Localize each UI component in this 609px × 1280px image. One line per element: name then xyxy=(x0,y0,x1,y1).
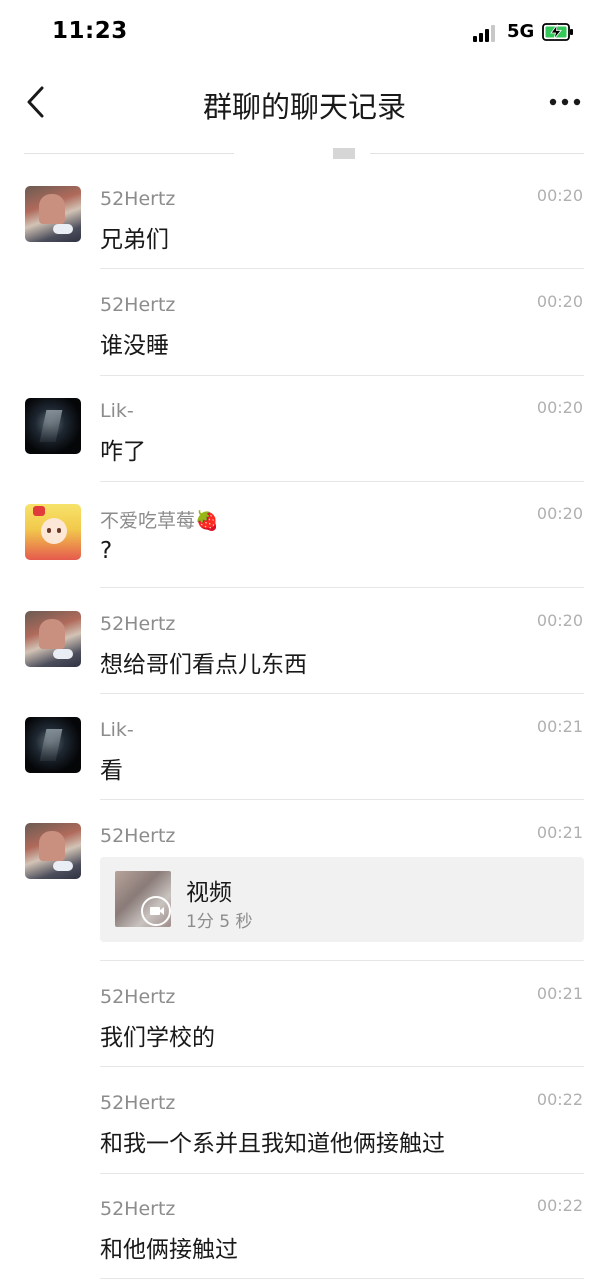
message-time: 00:20 xyxy=(536,611,583,630)
message-text: 和我一个系并且我知道他俩接触过 xyxy=(100,1131,445,1157)
battery-charging-icon xyxy=(542,23,573,41)
sender-name: Lik- xyxy=(100,719,134,741)
more-options-icon[interactable] xyxy=(548,90,582,114)
sender-name: Lik- xyxy=(100,400,134,422)
video-title: 视频 xyxy=(186,880,232,906)
message-time: 00:22 xyxy=(536,1196,583,1215)
message-time: 00:20 xyxy=(536,186,583,205)
video-duration: 1分 5 秒 xyxy=(186,912,253,932)
message-separator xyxy=(100,1278,584,1279)
message-separator xyxy=(100,960,584,961)
anime-girl-avatar[interactable] xyxy=(25,504,81,560)
lik-avatar[interactable] xyxy=(25,398,81,454)
message-text: 想给哥们看点儿东西 xyxy=(100,652,307,678)
message-separator xyxy=(100,1173,584,1174)
date-divider-marker xyxy=(333,148,355,159)
sender-name: 52Hertz xyxy=(100,1198,176,1220)
message-text: 兄弟们 xyxy=(100,227,169,253)
message-separator xyxy=(100,1066,584,1067)
message-separator xyxy=(100,693,584,694)
page-title: 群聊的聊天记录 xyxy=(202,90,406,124)
network-type: 5G xyxy=(507,21,535,42)
52hertz-avatar[interactable] xyxy=(25,823,81,879)
video-thumbnail[interactable] xyxy=(115,871,171,927)
message-time: 00:21 xyxy=(536,823,583,842)
sender-name: 52Hertz xyxy=(100,1092,176,1114)
date-divider-line xyxy=(24,153,234,154)
message-separator xyxy=(100,268,584,269)
status-time: 11:23 xyxy=(52,18,128,44)
sender-name: 不爱吃草莓🍓 xyxy=(100,510,219,532)
message-separator xyxy=(100,587,584,588)
message-time: 00:22 xyxy=(536,1090,583,1109)
message-separator xyxy=(100,481,584,482)
message-separator xyxy=(100,799,584,800)
lik-avatar[interactable] xyxy=(25,717,81,773)
message-time: 00:20 xyxy=(536,398,583,417)
status-bar: 11:23 5G xyxy=(0,0,609,66)
message-text: 看 xyxy=(100,758,123,784)
sender-name: 52Hertz xyxy=(100,613,176,635)
message-text: 和他俩接触过 xyxy=(100,1237,238,1263)
date-divider-line xyxy=(370,153,584,154)
video-message-card[interactable]: 视频 1分 5 秒 xyxy=(100,857,584,942)
sender-name: 52Hertz xyxy=(100,294,176,316)
message-text: ? xyxy=(100,538,113,564)
52hertz-avatar[interactable] xyxy=(25,611,81,667)
message-text: 谁没睡 xyxy=(100,333,169,359)
sender-name: 52Hertz xyxy=(100,825,176,847)
message-time: 00:21 xyxy=(536,984,583,1003)
sender-name: 52Hertz xyxy=(100,188,176,210)
message-time: 00:21 xyxy=(536,717,583,736)
nav-bar: 群聊的聊天记录 xyxy=(0,66,609,140)
message-text: 我们学校的 xyxy=(100,1025,215,1051)
message-time: 00:20 xyxy=(536,292,583,311)
message-text: 咋了 xyxy=(100,439,146,465)
sender-name: 52Hertz xyxy=(100,986,176,1008)
signal-strength-icon xyxy=(473,24,499,42)
52hertz-avatar[interactable] xyxy=(25,186,81,242)
message-separator xyxy=(100,375,584,376)
message-time: 00:20 xyxy=(536,504,583,523)
video-camera-icon xyxy=(141,896,171,926)
